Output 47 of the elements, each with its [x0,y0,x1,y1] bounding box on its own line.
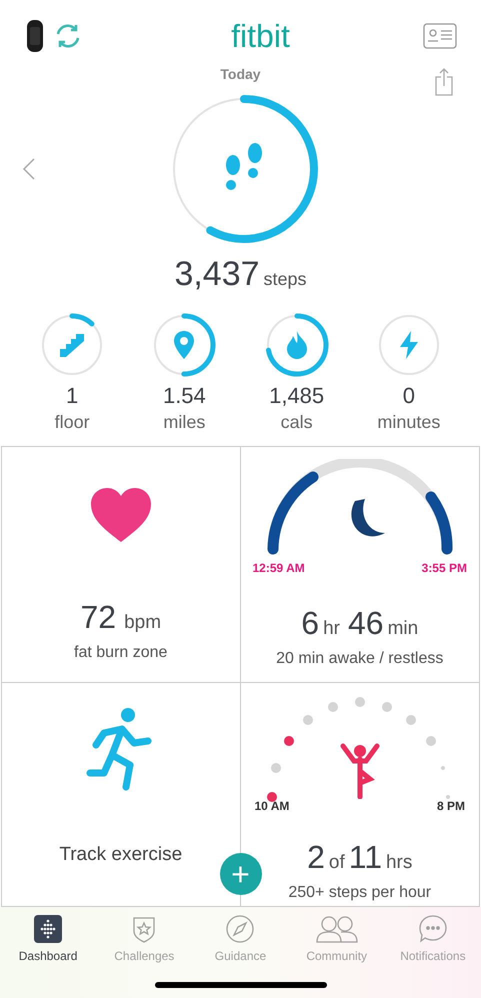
sleep-hours: 6 [301,604,320,643]
date-label: Today [220,65,261,84]
heart-rate-unit: bpm [124,611,162,635]
compass-icon [226,915,254,943]
location-pin-icon [173,330,196,360]
dashboard-icon [34,915,62,943]
stat-unit: minutes [377,411,440,434]
track-exercise-label: Track exercise [59,843,182,867]
sleep-restless-label: 20 min awake / restless [276,649,444,669]
end-hour-label: 8 PM [436,798,465,815]
stat-unit: floor [54,411,90,434]
total-hours-value: 11 [348,838,382,877]
heart-zone-label: fat burn zone [74,643,168,663]
heart-rate-tile[interactable]: 72 bpm fat burn zone [2,447,240,683]
heart-rate-value: 72 [80,598,116,637]
sleep-tile[interactable]: 12:59 AM 3:55 PM 6 hr 46 min 20 min awake / restless [240,447,479,683]
sleep-start-time: 12:59 AM [252,560,305,577]
stat-value: 1 [66,382,78,410]
sleep-minutes: 46 [348,604,384,643]
of-label: of [328,851,345,875]
start-hour-label: 10 AM [254,798,290,815]
stairs-icon [58,331,86,359]
steps-count: 3,437 [174,254,260,295]
stat-unit: cals [280,411,313,434]
active-hours-value: 2 [307,838,325,877]
stat-value: 1,485 [269,382,324,410]
people-icon [316,915,358,943]
hours-unit: hrs [386,851,412,875]
lightning-icon [398,330,420,360]
stat-unit: miles [163,411,206,434]
steps-unit: steps [264,268,307,291]
tab[interactable]: Dashboard [0,915,96,965]
hourly-goal-label: 250+ steps per hour [288,883,432,903]
sleep-hours-unit: hr [323,617,340,641]
share-icon[interactable] [435,68,453,96]
stat-value: 0 [402,382,415,410]
flame-icon [284,330,309,360]
chat-bubble-icon [418,915,447,943]
yoga-figure-icon [340,743,380,799]
sleep-minutes-unit: min [388,617,418,641]
sync-icon[interactable] [54,22,82,50]
app-logo: fitbit [231,17,290,56]
profile-card-icon[interactable] [423,23,457,49]
sleep-end-time: 3:55 PM [422,560,467,577]
heart-icon [90,487,152,543]
stat-value: 1.54 [162,382,206,410]
fitness-tracker-icon[interactable] [24,19,46,53]
